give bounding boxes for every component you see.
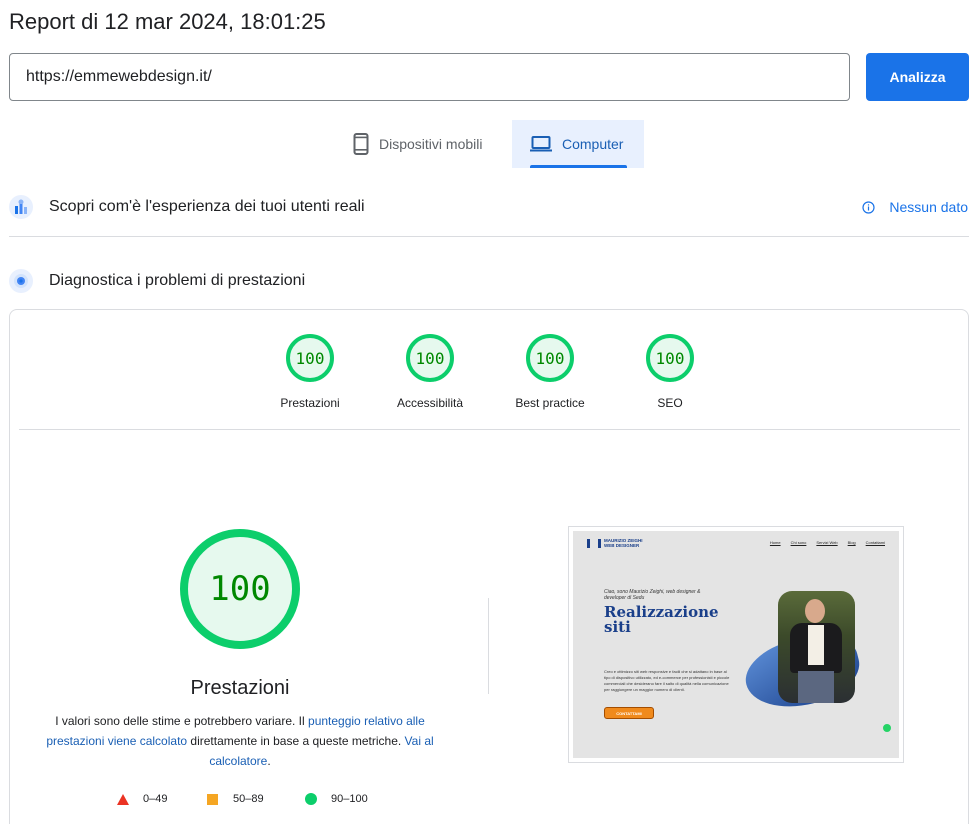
tab-mobile[interactable]: Dispositivi mobili xyxy=(345,120,512,168)
diagnostics-icon xyxy=(9,269,33,293)
field-data-section: Scopri com'è l'esperienza dei tuoi utent… xyxy=(9,193,969,221)
performance-description: I valori sono delle stime e potrebbero v… xyxy=(40,711,440,771)
logo-line: WEB DESIGNER xyxy=(604,542,640,548)
site-nav-item: Chi sono xyxy=(790,540,807,545)
lab-data-label: Diagnostica i problemi di prestazioni xyxy=(49,272,306,289)
tab-selected-indicator xyxy=(530,165,627,168)
info-icon xyxy=(862,200,875,214)
score-label: Prestazioni xyxy=(280,396,340,410)
legend-fail: 0–49 xyxy=(117,793,167,805)
score-label: Best practice xyxy=(515,396,585,410)
section-divider xyxy=(9,236,969,237)
tab-mobile-label: Dispositivi mobili xyxy=(379,136,483,152)
vertical-divider xyxy=(488,598,489,694)
users-chart-icon xyxy=(9,195,33,219)
report-card: 100 Prestazioni 100 Accessibilità 100 Be… xyxy=(9,309,969,824)
score-value: 100 xyxy=(526,334,574,382)
legend-pass: 90–100 xyxy=(305,793,368,805)
average-square-icon xyxy=(207,793,218,805)
desc-text: direttamente in base a queste metriche. xyxy=(187,734,405,748)
site-nav: Home Chi sono Servizi Web Blog Contattam… xyxy=(770,540,885,545)
smartphone-icon xyxy=(353,133,369,155)
performance-title: Prestazioni xyxy=(190,677,290,699)
desc-text: . xyxy=(267,754,271,768)
no-data-link[interactable]: Nessun dato xyxy=(862,199,968,215)
legend-average: 50–89 xyxy=(207,793,264,805)
report-title: Report di 12 mar 2024, 18:01:25 xyxy=(9,9,326,34)
score-label: SEO xyxy=(657,396,683,410)
score-gauge-seo[interactable]: 100 SEO xyxy=(610,334,730,410)
score-value: 100 xyxy=(286,334,334,382)
url-input[interactable] xyxy=(9,53,850,101)
whatsapp-icon xyxy=(883,724,891,732)
tab-desktop[interactable]: Computer xyxy=(512,120,644,168)
analyze-button[interactable]: Analizza xyxy=(866,53,969,101)
score-value: 100 xyxy=(646,334,694,382)
pass-circle-icon xyxy=(305,793,317,805)
site-body: Creo e ottimizzo siti web responsive e f… xyxy=(604,669,730,692)
field-data-label: Scopri com'è l'esperienza dei tuoi utent… xyxy=(49,198,365,215)
score-gauge-accessibility[interactable]: 100 Accessibilità xyxy=(370,334,490,410)
site-nav-item: Blog xyxy=(847,540,856,545)
final-screenshot[interactable]: MAURIZIO ZEIGHI WEB DESIGNER Home Chi son… xyxy=(568,526,904,763)
screenshot-page: MAURIZIO ZEIGHI WEB DESIGNER Home Chi son… xyxy=(573,531,899,758)
legend-fail-label: 0–49 xyxy=(143,793,168,805)
no-data-label: Nessun dato xyxy=(889,199,968,215)
performance-big-gauge: 100 xyxy=(180,529,300,649)
site-cta-button: CONTATTAMI xyxy=(604,707,654,719)
fail-triangle-icon xyxy=(117,793,129,805)
site-nav-item: Home xyxy=(769,540,781,545)
site-nav-item: Servizi Web xyxy=(816,540,838,545)
portrait-photo xyxy=(778,591,855,703)
site-logo: MAURIZIO ZEIGHI WEB DESIGNER xyxy=(587,538,643,548)
tab-desktop-label: Computer xyxy=(562,136,624,152)
score-label: Accessibilità xyxy=(396,396,464,410)
lab-data-section: Diagnostica i problemi di prestazioni xyxy=(9,267,969,295)
logo-mark-icon xyxy=(587,539,601,548)
legend-pass-label: 90–100 xyxy=(331,793,368,805)
legend-average-label: 50–89 xyxy=(233,793,264,805)
card-divider xyxy=(19,429,960,430)
score-gauge-best-practices[interactable]: 100 Best practice xyxy=(490,334,610,410)
site-intro: Ciao, sono Maurizio Zeighi, web designer… xyxy=(604,589,701,601)
score-value: 100 xyxy=(406,334,454,382)
site-nav-item: Contattami xyxy=(865,540,885,545)
laptop-icon xyxy=(530,136,552,152)
site-headline: Realizzazione siti xyxy=(604,603,719,636)
score-gauge-performance[interactable]: 100 Prestazioni xyxy=(250,334,370,410)
desc-text: I valori sono delle stime e potrebbero v… xyxy=(55,714,309,728)
